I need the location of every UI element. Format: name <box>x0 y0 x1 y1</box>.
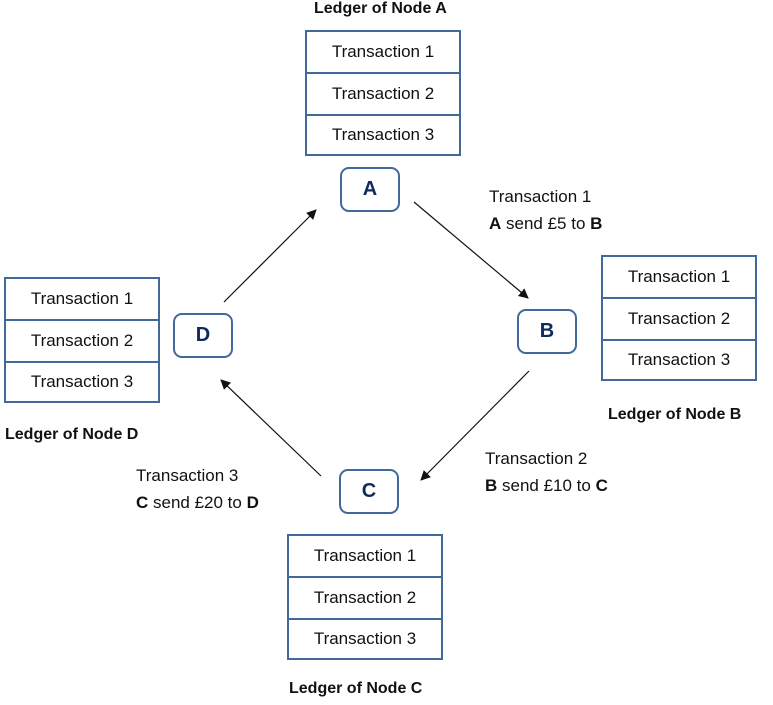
arrow-c-to-d <box>220 379 322 477</box>
arrow-b-to-c <box>420 370 530 481</box>
arrows-layer <box>220 201 530 481</box>
arrow-d-to-a <box>223 209 317 303</box>
arrow-a-to-b <box>413 201 529 299</box>
